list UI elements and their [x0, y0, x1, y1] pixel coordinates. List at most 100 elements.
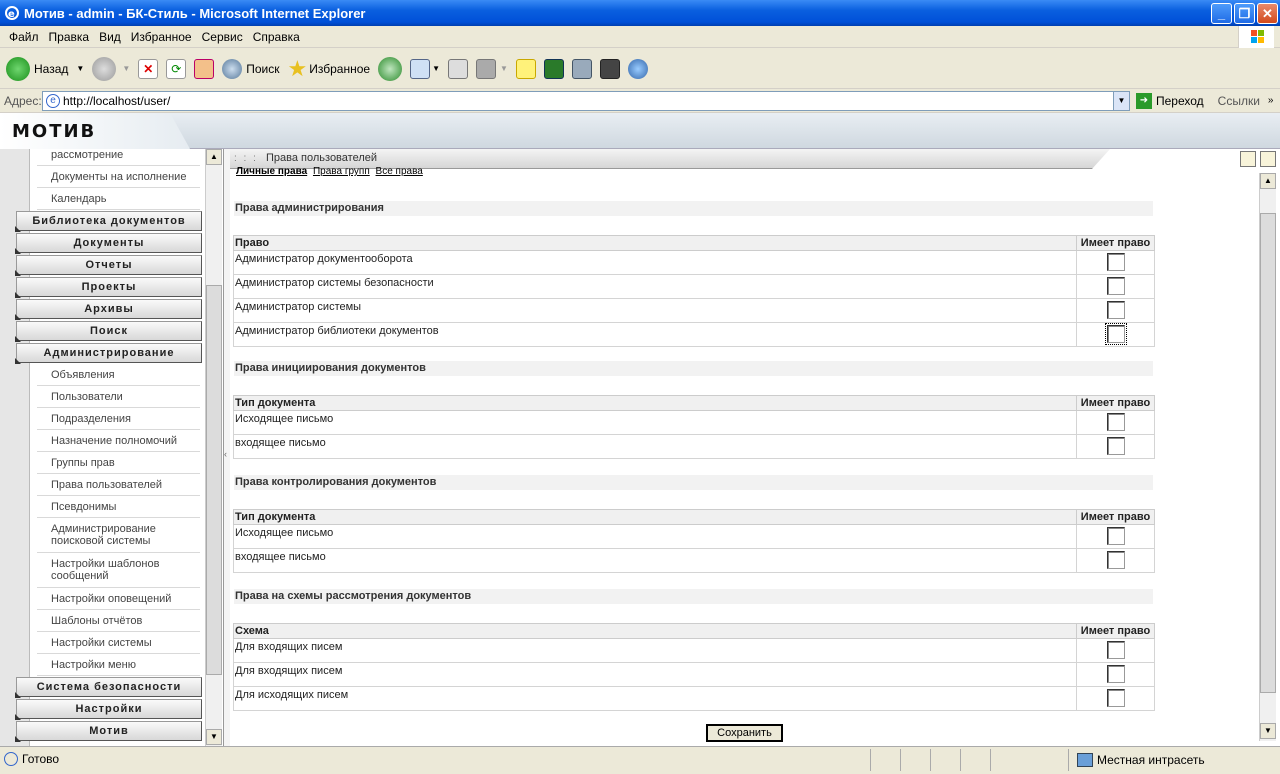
research-button[interactable]	[571, 53, 592, 85]
sidebar-category[interactable]: Документы	[15, 233, 202, 254]
sidebar-item[interactable]: Группы прав	[37, 452, 200, 474]
content-tab-bar: : : : Права пользователей	[230, 149, 1110, 169]
content-scrollbar[interactable]: ▲ ▼	[1259, 173, 1276, 741]
close-window-button[interactable]: ✕	[1257, 3, 1278, 24]
go-button[interactable]: ➜ Переход	[1136, 92, 1204, 109]
column-header-has-right: Имеет право	[1076, 509, 1155, 525]
address-label: Адрес:	[4, 93, 42, 108]
sidebar-category[interactable]: Архивы	[15, 299, 202, 320]
sidebar-category[interactable]: Настройки	[15, 699, 202, 720]
address-dropdown-icon[interactable]: ▼	[1113, 91, 1129, 110]
link-all-rights[interactable]: Все права	[376, 167, 423, 177]
page-icon: e	[46, 93, 60, 108]
copy-icon[interactable]	[1240, 151, 1256, 167]
sidebar-item[interactable]: Пользователи	[37, 386, 200, 408]
mail-button[interactable]: ▼	[410, 53, 440, 85]
sidebar-item[interactable]: Администрирование поисковой системы	[37, 518, 200, 553]
sidebar-item[interactable]: Настройки системы	[37, 632, 200, 654]
sidebar-item[interactable]: Подразделения	[37, 408, 200, 430]
sidebar-item[interactable]: Настройки меню	[37, 654, 200, 676]
has-right-checkbox[interactable]	[1106, 665, 1125, 683]
calendar-icon[interactable]	[1260, 151, 1276, 167]
right-name: Администратор документооборота	[233, 250, 1077, 275]
sidebar-item[interactable]: Документы на исполнение	[37, 166, 200, 188]
sidebar-category[interactable]: Отчеты	[15, 255, 202, 276]
scroll-thumb[interactable]	[1260, 213, 1276, 693]
stop-button[interactable]: ✕	[138, 53, 159, 85]
sidebar-item[interactable]: рассмотрение	[37, 149, 200, 166]
sidebar-item[interactable]: Объявления	[37, 364, 200, 386]
sidebar-category[interactable]: Мотив	[15, 721, 202, 742]
has-right-checkbox[interactable]	[1106, 413, 1125, 431]
sidebar-item[interactable]: Права пользователей	[37, 474, 200, 496]
messenger-pro-button[interactable]	[543, 53, 564, 85]
sidebar-item[interactable]: Шаблоны отчётов	[37, 610, 200, 632]
has-right-checkbox[interactable]	[1104, 323, 1127, 345]
browser-toolbar: Назад ▼ ▼ ✕ ⟳ Поиск ★ Избранное ▼ ▼	[0, 49, 1280, 89]
has-right-checkbox[interactable]	[1106, 527, 1125, 545]
sidebar-item[interactable]: Псевдонимы	[37, 496, 200, 518]
edit-button[interactable]: ▼	[475, 53, 508, 85]
right-name: Исходящее письмо	[233, 524, 1077, 549]
scroll-down-icon[interactable]: ▼	[1260, 723, 1276, 739]
menu-bar: Файл Правка Вид Избранное Сервис Справка	[0, 26, 1280, 48]
address-input[interactable]: e http://localhost/user/ ▼	[42, 90, 1130, 111]
menu-favorites[interactable]: Избранное	[131, 30, 192, 44]
sidebar-item[interactable]: Назначение полномочий	[37, 430, 200, 452]
sidebar-item[interactable]: Настройки оповещений	[37, 588, 200, 610]
table-row: Для исходящих писем	[233, 686, 1155, 711]
has-right-checkbox[interactable]	[1106, 551, 1125, 569]
maximize-button[interactable]: ❐	[1234, 3, 1255, 24]
column-header-has-right: Имеет право	[1076, 235, 1155, 251]
collapse-chevron-icon[interactable]: ‹	[224, 449, 227, 459]
history-button[interactable]	[378, 53, 403, 85]
minimize-button[interactable]: _	[1211, 3, 1232, 24]
has-right-checkbox[interactable]	[1106, 437, 1125, 455]
menu-edit[interactable]: Правка	[49, 30, 90, 44]
link-personal-rights[interactable]: Личные права	[236, 167, 307, 177]
home-button[interactable]	[194, 53, 215, 85]
print-button[interactable]	[447, 53, 468, 85]
menu-help[interactable]: Справка	[253, 30, 300, 44]
note-button[interactable]	[515, 53, 536, 85]
sidebar-item[interactable]: Настройки шаблонов сообщений	[37, 553, 200, 588]
menu-file[interactable]: Файл	[9, 30, 39, 44]
refresh-button[interactable]: ⟳	[166, 53, 187, 85]
has-right-checkbox[interactable]	[1106, 277, 1125, 295]
sidebar-item[interactable]: Календарь	[37, 188, 200, 210]
scroll-up-icon[interactable]: ▲	[206, 149, 222, 165]
window-title-bar: e Мотив - admin - БК-Стиль - Microsoft I…	[0, 0, 1280, 26]
sidebar-category[interactable]: Проекты	[15, 277, 202, 298]
has-right-checkbox[interactable]	[1106, 301, 1125, 319]
has-right-checkbox[interactable]	[1106, 689, 1125, 707]
favorites-button[interactable]: ★ Избранное	[288, 53, 371, 85]
has-right-checkbox[interactable]	[1106, 641, 1125, 659]
messenger-button[interactable]	[627, 53, 648, 85]
sidebar-category[interactable]: Поиск	[15, 321, 202, 342]
link-group-rights[interactable]: Права групп	[313, 167, 370, 177]
menu-view[interactable]: Вид	[99, 30, 121, 44]
sidebar-category[interactable]: Администрирование	[15, 343, 202, 364]
drag-handle-icon[interactable]: : : :	[234, 153, 258, 164]
search-button[interactable]: Поиск	[222, 53, 280, 85]
back-button[interactable]: Назад ▼	[6, 53, 84, 85]
menu-tools[interactable]: Сервис	[202, 30, 243, 44]
has-right-checkbox[interactable]	[1106, 253, 1125, 271]
archive-button[interactable]	[599, 53, 620, 85]
column-header: Тип документа	[233, 509, 1077, 525]
scroll-up-icon[interactable]: ▲	[1260, 173, 1276, 189]
links-label[interactable]: Ссылки	[1218, 94, 1260, 108]
app-header: МОТИВ	[0, 113, 1280, 149]
scroll-thumb[interactable]	[206, 285, 222, 675]
column-header: Схема	[233, 623, 1077, 639]
sidebar-category[interactable]: Библиотека документов	[15, 211, 202, 232]
save-button[interactable]: Сохранить	[706, 724, 783, 742]
checkbox-cell	[1076, 686, 1155, 711]
forward-button[interactable]: ▼	[92, 53, 130, 85]
table-row: Для входящих писем	[233, 662, 1155, 687]
scroll-down-icon[interactable]: ▼	[206, 729, 222, 745]
sidebar-scrollbar[interactable]: ▲ ▼	[205, 149, 222, 746]
zone-text: Местная интрасеть	[1097, 753, 1205, 767]
sidebar-category[interactable]: Система безопасности	[15, 677, 202, 698]
chevron-right-icon[interactable]: »	[1268, 95, 1274, 106]
